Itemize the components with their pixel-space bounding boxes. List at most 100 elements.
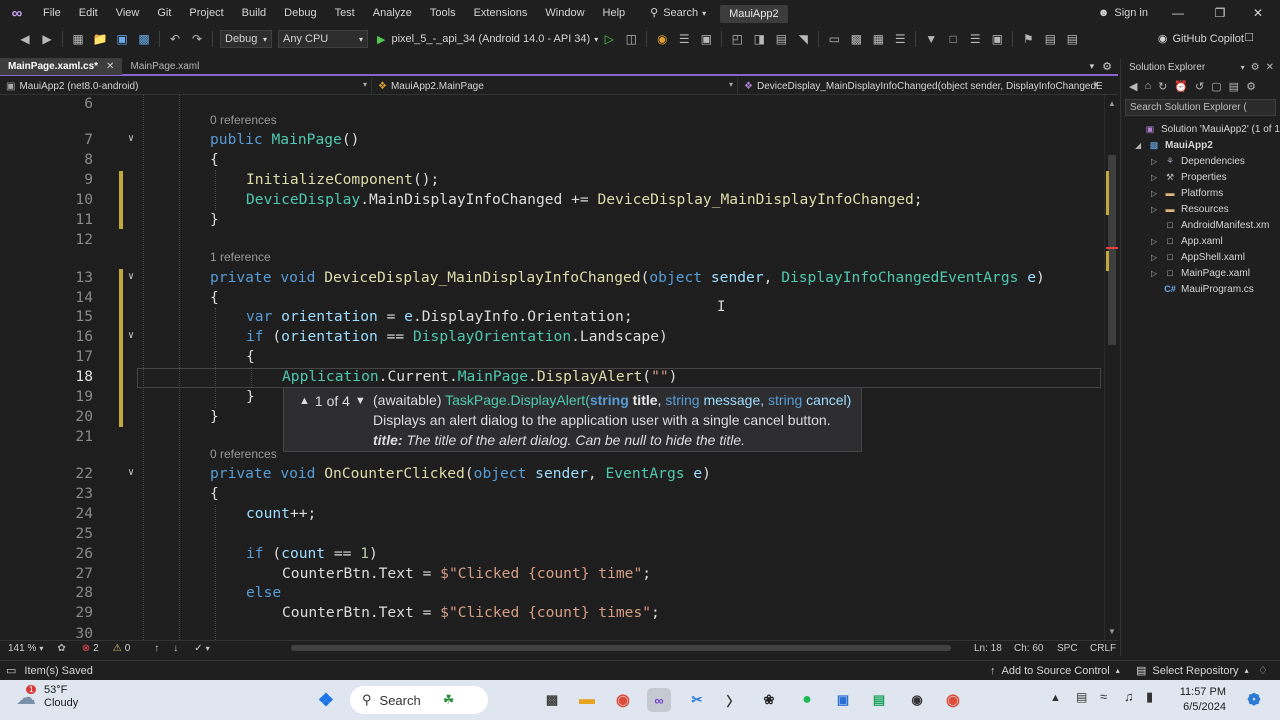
toolbar-icon-k[interactable]: ▼ bbox=[922, 30, 940, 48]
save-all-icon[interactable]: ▩ bbox=[135, 30, 153, 48]
tree-item-appshell-xaml[interactable]: ▷ □ AppShell.xaml bbox=[1151, 249, 1245, 265]
tree-item-dependencies[interactable]: ▷ ⚘ Dependencies bbox=[1151, 153, 1245, 169]
collapse-chevron-icon[interactable]: ∨ bbox=[124, 467, 138, 478]
warning-icon[interactable]: ⚠ bbox=[113, 643, 122, 654]
github-copilot-button[interactable]: ◉ GitHub Copilot bbox=[1158, 27, 1244, 51]
redo-icon[interactable]: ↷ bbox=[188, 30, 206, 48]
save-icon[interactable]: ▣ bbox=[113, 30, 131, 48]
line-ending-indicator[interactable]: CRLF bbox=[1090, 643, 1116, 654]
tree-item-solution[interactable]: ▣ Solution 'MauiApp2' (1 of 1 bbox=[1131, 121, 1280, 137]
tree-item-app-xaml[interactable]: ▷ □ App.xaml bbox=[1151, 233, 1223, 249]
project-dropdown[interactable]: ▣ MauiApp2 (net8.0-android) ▾ bbox=[0, 77, 372, 95]
tab-mainpage-xaml[interactable]: MainPage.xaml bbox=[122, 58, 207, 75]
toolbar-icon-j[interactable]: ☰ bbox=[891, 30, 909, 48]
expand-triangle-icon[interactable]: ▷ bbox=[1151, 189, 1163, 198]
task-view-icon[interactable]: ▩ bbox=[540, 688, 564, 712]
show-all-files-icon[interactable]: ▤ bbox=[1229, 80, 1239, 93]
menu-view[interactable]: View bbox=[107, 0, 149, 27]
line-indicator[interactable]: Ln: 18 bbox=[974, 643, 1002, 654]
back-icon[interactable]: ◀ bbox=[1129, 80, 1137, 93]
spotify-icon[interactable]: ● bbox=[795, 688, 819, 712]
expand-triangle-icon[interactable]: ▷ bbox=[1151, 173, 1163, 182]
back-icon[interactable]: ◀ bbox=[16, 30, 34, 48]
toolbar-icon-a[interactable]: ☰ bbox=[675, 30, 693, 48]
minimize-button[interactable]: — bbox=[1160, 0, 1196, 27]
arrow-up-icon[interactable]: ↑ bbox=[154, 643, 159, 654]
scroll-down-icon[interactable]: ▼ bbox=[1108, 627, 1116, 636]
start-without-debugging-icon[interactable]: ▷ bbox=[600, 30, 618, 48]
error-count[interactable]: 2 bbox=[93, 643, 99, 654]
tree-item-platforms[interactable]: ▷ ▬ Platforms bbox=[1151, 185, 1223, 201]
search-menu[interactable]: ⚲ Search ▾ bbox=[642, 0, 714, 27]
copilot-taskbar-icon[interactable]: ❁ bbox=[1242, 688, 1266, 712]
toolbar-icon-h[interactable]: ▩ bbox=[847, 30, 865, 48]
terminal-icon[interactable]: 〉 bbox=[721, 688, 745, 712]
bookmark-icon[interactable]: ⚑ bbox=[1019, 30, 1037, 48]
network-icon[interactable]: ▤ bbox=[1076, 690, 1087, 704]
volume-icon[interactable]: ♫ bbox=[1124, 689, 1134, 704]
code-editor[interactable]: 6 7 8 9 10 11 12 13 14 15 16 17 18 19 20… bbox=[0, 95, 1104, 640]
new-project-icon[interactable]: ▦ bbox=[69, 30, 87, 48]
toolbar-icon-d[interactable]: ◨ bbox=[750, 30, 768, 48]
menu-git[interactable]: Git bbox=[148, 0, 180, 27]
notes-icon[interactable]: ▤ bbox=[867, 688, 891, 712]
arrow-down-icon[interactable]: ↓ bbox=[173, 643, 178, 654]
wifi-icon[interactable]: ≈ bbox=[1100, 689, 1107, 704]
menu-edit[interactable]: Edit bbox=[70, 0, 107, 27]
error-icon[interactable]: ⊗ bbox=[82, 643, 90, 654]
menu-analyze[interactable]: Analyze bbox=[364, 0, 421, 27]
close-window-button[interactable]: ✕ bbox=[1240, 0, 1276, 27]
toolbar-icon-n[interactable]: ▣ bbox=[988, 30, 1006, 48]
refresh-icon[interactable]: ↺ bbox=[1195, 80, 1204, 93]
pending-changes-icon[interactable]: ⏰ bbox=[1174, 80, 1188, 93]
windows-start-icon[interactable]: ❖ bbox=[314, 688, 338, 712]
camera-icon[interactable]: ◉ bbox=[905, 688, 929, 712]
open-folder-icon[interactable]: 📁 bbox=[91, 30, 109, 48]
codelens-references[interactable]: 1 reference bbox=[210, 250, 271, 264]
scrollbar-thumb[interactable] bbox=[1108, 155, 1116, 345]
file-explorer-icon[interactable]: ▬ bbox=[575, 688, 599, 712]
toolbar-icon-m[interactable]: ☰ bbox=[966, 30, 984, 48]
settings-gear-icon[interactable]: ⚙ bbox=[1102, 60, 1112, 73]
tree-item-project[interactable]: ◢ ▩ MauiApp2 bbox=[1135, 137, 1213, 153]
chrome-profile-icon[interactable]: ◉ bbox=[941, 688, 965, 712]
close-icon[interactable]: ✕ bbox=[1266, 62, 1274, 73]
snipping-tool-icon[interactable]: ✂ bbox=[685, 688, 709, 712]
battery-icon[interactable]: ▮ bbox=[1146, 689, 1153, 705]
settings-icon[interactable]: ⚙ bbox=[1246, 80, 1256, 93]
toolbar-icon-e[interactable]: ▤ bbox=[772, 30, 790, 48]
notifications-icon[interactable]: ♢ bbox=[1258, 664, 1268, 677]
zoom-level[interactable]: 141 % bbox=[8, 643, 36, 654]
toolbar-icon-p[interactable]: ▤ bbox=[1063, 30, 1081, 48]
sign-in-link[interactable]: ☻ Sign in bbox=[1098, 0, 1148, 27]
chrome-icon[interactable]: ◉ bbox=[611, 688, 635, 712]
expand-triangle-icon[interactable]: ▷ bbox=[1151, 269, 1163, 278]
collapse-chevron-icon[interactable]: ∨ bbox=[124, 133, 138, 144]
tree-item-resources[interactable]: ▷ ▬ Resources bbox=[1151, 201, 1229, 217]
visual-studio-icon[interactable]: ∞ bbox=[647, 688, 671, 712]
undo-icon[interactable]: ↶ bbox=[166, 30, 184, 48]
menu-extensions[interactable]: Extensions bbox=[465, 0, 537, 27]
collapse-triangle-icon[interactable]: ◢ bbox=[1135, 141, 1147, 150]
collapse-all-icon[interactable]: ▢ bbox=[1211, 80, 1221, 93]
run-button[interactable]: ▶ pixel_5_-_api_34 (Android 14.0 - API 3… bbox=[377, 33, 598, 46]
hot-reload-icon[interactable]: ◉ bbox=[653, 30, 671, 48]
menu-file[interactable]: File bbox=[34, 0, 70, 27]
column-indicator[interactable]: Ch: 60 bbox=[1014, 643, 1043, 654]
solution-explorer-search[interactable]: Search Solution Explorer ( bbox=[1125, 99, 1276, 116]
weather-widget[interactable]: ☁ 1 53°F Cloudy bbox=[16, 684, 78, 710]
forward-icon[interactable]: ▶ bbox=[38, 30, 56, 48]
chevron-down-icon[interactable]: ▾ bbox=[1241, 63, 1245, 72]
device-manager-icon[interactable]: ◫ bbox=[622, 30, 640, 48]
menu-project[interactable]: Project bbox=[180, 0, 232, 27]
scroll-up-icon[interactable]: ▲ bbox=[1108, 99, 1116, 108]
show-hidden-icons-icon[interactable]: ▲ bbox=[1050, 692, 1061, 704]
expand-triangle-icon[interactable]: ▷ bbox=[1151, 205, 1163, 214]
tree-item-mauiprogram-cs[interactable]: C# MauiProgram.cs bbox=[1151, 281, 1254, 297]
platform-dropdown[interactable]: Any CPU ▾ bbox=[278, 30, 368, 48]
health-icon[interactable]: ✿ bbox=[57, 643, 65, 654]
toolbar-icon-i[interactable]: ▦ bbox=[869, 30, 887, 48]
whitespace-indicator[interactable]: SPC bbox=[1057, 643, 1078, 654]
editor-vertical-scrollbar[interactable]: ▲ ▼ bbox=[1104, 95, 1118, 640]
add-to-source-control-button[interactable]: ↑ Add to Source Control ▴ bbox=[990, 665, 1120, 677]
